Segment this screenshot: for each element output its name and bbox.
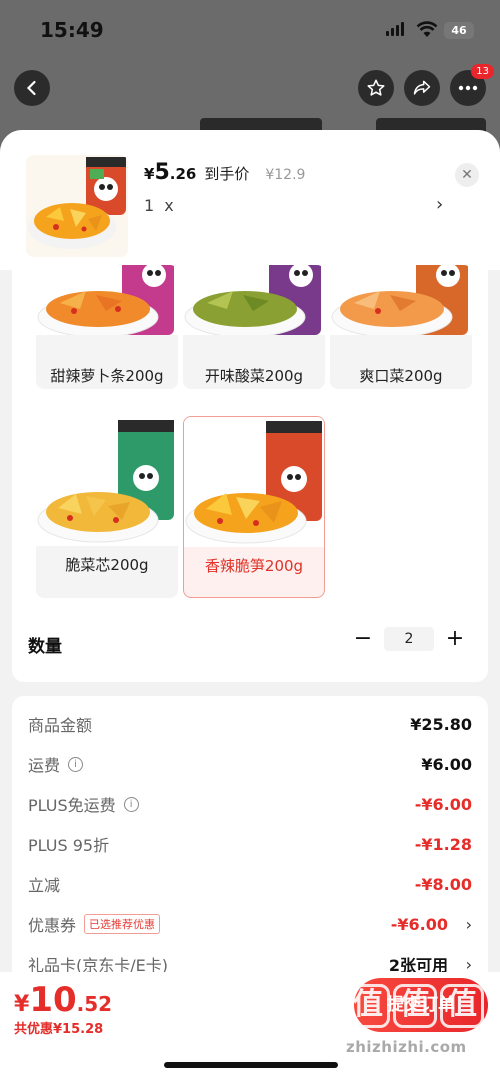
home-indicator xyxy=(164,1062,338,1068)
selected-times: x xyxy=(164,196,174,215)
status-bar: 15:49 46 xyxy=(0,0,500,60)
row-label: PLUS免运费 xyxy=(28,796,116,815)
variant-label: 甜辣萝卜条200g xyxy=(50,367,164,385)
final-price: ¥ 5 .26 到手价 ¥12.9 xyxy=(144,160,305,185)
increment-button[interactable]: + xyxy=(442,626,468,651)
info-icon[interactable]: i xyxy=(68,756,84,772)
row-label: 商品金额 xyxy=(28,716,93,735)
variant-option[interactable]: 爽口菜200g xyxy=(330,265,472,389)
quantity-label: 数量 xyxy=(28,637,62,657)
chevron-right-icon: › xyxy=(465,914,472,934)
watermark-url: zhizhizhi.com xyxy=(346,1038,467,1056)
cellular-signal-icon xyxy=(386,22,404,36)
variant-image xyxy=(36,265,178,338)
watermark-char: 值 xyxy=(440,984,484,1028)
price-symbol: ¥ xyxy=(144,165,155,183)
decrement-button[interactable]: − xyxy=(350,626,376,651)
price-row-instant-discount: 立减 -¥8.00 xyxy=(28,870,472,898)
price-row-coupon[interactable]: 优惠券 已选推荐优惠 -¥6.00 › xyxy=(28,910,472,938)
notification-badge: 13 xyxy=(471,64,494,79)
variant-image xyxy=(183,265,325,338)
variant-image xyxy=(330,265,472,338)
product-thumbnail xyxy=(26,155,128,257)
total-decimal: .52 xyxy=(76,992,113,1016)
variant-option[interactable]: 开味酸菜200g xyxy=(183,265,325,389)
selected-count: 1 xyxy=(144,196,155,215)
watermark-logo: 值 值 值 zhizhizhi.com xyxy=(346,984,484,1056)
quantity-input[interactable]: 2 xyxy=(384,626,434,651)
total-integer: 10 xyxy=(29,980,77,1020)
variant-label: 脆菜芯200g xyxy=(65,556,149,574)
price-row-plus-free-shipping: PLUS免运费 i -¥6.00 xyxy=(28,790,472,818)
row-amount: ¥6.00 xyxy=(421,754,472,774)
row-amount: -¥6.00 xyxy=(414,794,472,814)
variant-image xyxy=(184,417,324,547)
row-label: 优惠券 xyxy=(28,916,77,935)
price-integer: 5 xyxy=(154,160,170,185)
chevron-right-icon: › xyxy=(465,954,472,974)
recommended-coupon-tag: 已选推荐优惠 xyxy=(84,914,161,934)
watermark-char: 值 xyxy=(393,984,437,1028)
price-label: 到手价 xyxy=(204,165,250,183)
row-amount: -¥6.00 xyxy=(390,914,448,934)
price-row-shipping: 运费 i ¥6.00 xyxy=(28,750,472,778)
quantity-stepper: − 2 + xyxy=(350,626,468,651)
close-button[interactable]: ✕ xyxy=(455,163,479,187)
more-button[interactable]: 13 xyxy=(450,64,494,106)
variant-options-card: 甜辣萝卜条200g 开味酸菜200g 爽口菜200g 脆菜芯200g 香辣脆笋2… xyxy=(12,265,488,682)
battery-icon: 46 xyxy=(444,22,474,39)
row-label: PLUS 95折 xyxy=(28,836,110,855)
price-breakdown-card: 商品金额 ¥25.80 运费 i ¥6.00 PLUS免运费 i -¥6.00 PL… xyxy=(12,696,488,996)
variant-option-selected[interactable]: 香辣脆笋200g xyxy=(183,416,325,598)
total-price: ¥ 10 .52 xyxy=(14,980,112,1020)
sku-selection-sheet: ¥ 5 .26 到手价 ¥12.9 1x › ✕ 甜辣萝卜条200g 开味酸菜2… xyxy=(0,130,500,1081)
watermark-char: 值 xyxy=(346,984,390,1028)
variant-label: 开味酸菜200g xyxy=(204,367,304,385)
favorite-button[interactable] xyxy=(358,70,394,106)
info-icon[interactable]: i xyxy=(123,796,139,812)
sku-summary-card: ¥ 5 .26 到手价 ¥12.9 1x › ✕ xyxy=(0,130,500,270)
variant-option[interactable]: 脆菜芯200g xyxy=(36,416,178,598)
close-icon: ✕ xyxy=(461,167,473,183)
total-savings: 共优惠¥15.28 xyxy=(14,1022,104,1037)
variant-label: 爽口菜200g xyxy=(359,367,443,385)
variant-image xyxy=(36,416,178,546)
share-icon xyxy=(413,80,431,95)
total-symbol: ¥ xyxy=(14,992,30,1017)
row-amount: ¥25.80 xyxy=(410,714,472,734)
row-amount: -¥8.00 xyxy=(414,874,472,894)
price-row-plus-discount: PLUS 95折 -¥1.28 xyxy=(28,830,472,858)
row-label: 运费 xyxy=(28,756,61,775)
row-amount: -¥1.28 xyxy=(414,834,472,854)
variant-label: 香辣脆笋200g xyxy=(204,557,304,575)
chevron-left-icon xyxy=(26,80,36,96)
price-row-subtotal: 商品金额 ¥25.80 xyxy=(28,710,472,738)
price-decimal: .26 xyxy=(169,165,197,183)
selected-quantity-summary[interactable]: 1x xyxy=(144,196,174,215)
chevron-right-icon[interactable]: › xyxy=(436,194,443,215)
share-button[interactable] xyxy=(404,70,440,106)
more-dots-icon xyxy=(458,85,478,91)
row-label: 立减 xyxy=(28,876,61,895)
variant-option[interactable]: 甜辣萝卜条200g xyxy=(36,265,178,389)
star-icon xyxy=(367,79,385,96)
status-time: 15:49 xyxy=(40,18,104,42)
back-button[interactable] xyxy=(14,70,50,106)
original-price: ¥12.9 xyxy=(265,167,306,183)
wifi-icon xyxy=(416,21,438,37)
